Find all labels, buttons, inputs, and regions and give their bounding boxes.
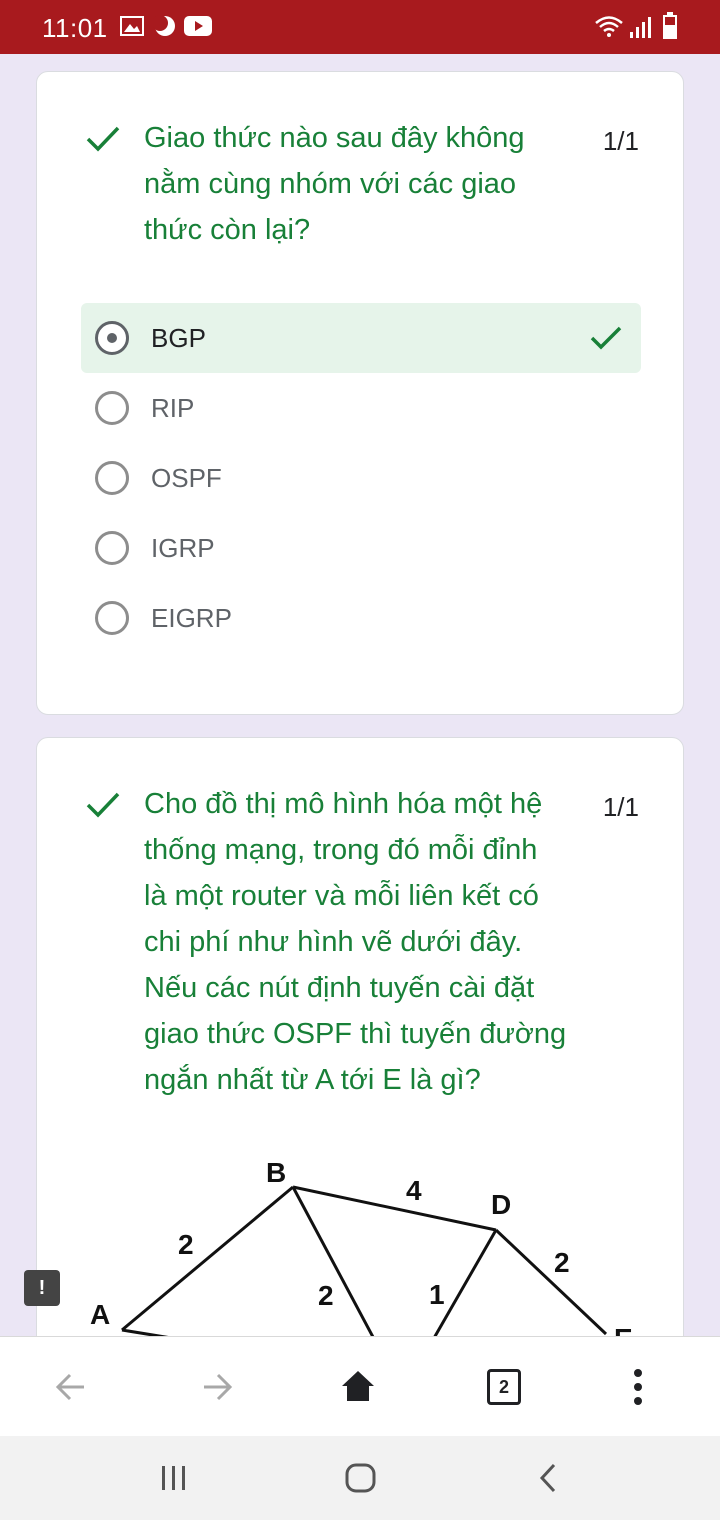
option-label: EIGRP <box>151 603 232 633</box>
system-nav-bar <box>0 1436 720 1520</box>
option-label: RIP <box>151 393 195 423</box>
question-line: Giao thức nào sau đây không <box>144 122 525 154</box>
radio[interactable] <box>95 601 129 635</box>
radio[interactable] <box>95 531 129 565</box>
edge-b-down <box>291 1186 377 1340</box>
question-card-1: Giao thức nào sau đây không nằm cùng nhó… <box>36 71 684 715</box>
correct-answer-check-icon <box>590 326 622 350</box>
correct-check-icon <box>86 126 120 152</box>
radio-selected[interactable] <box>95 321 129 355</box>
question-line: ngắn nhất từ A tới E là gì? <box>144 1064 481 1096</box>
forward-arrow-icon[interactable] <box>200 1367 234 1407</box>
question-line: Nếu các nút định tuyến cài đặt <box>144 972 535 1004</box>
question-line: thống mạng, trong đó mỗi đỉnh <box>144 834 538 866</box>
image-icon <box>120 16 144 36</box>
status-time: 11:01 <box>42 13 108 43</box>
feedback-button[interactable]: ! <box>24 1270 60 1306</box>
home-button-icon[interactable] <box>344 1462 378 1494</box>
option-igrp[interactable]: IGRP <box>81 513 641 583</box>
option-label: IGRP <box>151 533 215 563</box>
edge-ab <box>121 1185 294 1332</box>
option-bgp[interactable]: BGP <box>81 303 641 373</box>
question-line: chi phí như hình vẽ dưới đây. <box>144 926 523 958</box>
wifi-icon <box>595 16 623 37</box>
moon-icon <box>153 15 175 36</box>
question-line: Cho đồ thị mô hình hóa một hệ <box>144 788 543 820</box>
question-score: 1/1 <box>602 126 639 156</box>
network-graph: B D A E 2 4 2 1 2 <box>90 1157 633 1340</box>
back-nav-icon[interactable] <box>536 1462 560 1494</box>
radio[interactable] <box>95 461 129 495</box>
question-text: Cho đồ thị mô hình hóa một hệ thống mạng… <box>144 781 604 1103</box>
battery-icon <box>663 12 677 39</box>
option-label: BGP <box>151 323 206 353</box>
question-text: Giao thức nào sau đây không nằm cùng nhó… <box>144 115 574 253</box>
question-line: thức còn lại? <box>144 214 311 246</box>
tab-count-button[interactable]: 2 <box>487 1369 521 1405</box>
radio[interactable] <box>95 391 129 425</box>
back-arrow-icon[interactable] <box>54 1367 88 1407</box>
status-bar: 11:01 <box>0 0 720 54</box>
edge-de <box>494 1228 608 1336</box>
browser-toolbar: 2 <box>0 1336 720 1436</box>
question-line: giao thức OSPF thì tuyến đường <box>144 1018 567 1050</box>
recent-apps-icon[interactable] <box>160 1464 188 1492</box>
question-score: 1/1 <box>602 792 639 822</box>
option-eigrp[interactable]: EIGRP <box>81 583 641 653</box>
weight-bd: 4 <box>406 1175 422 1206</box>
edge-bd <box>292 1185 497 1232</box>
node-a-label: A <box>90 1299 110 1330</box>
node-d-label: D <box>491 1189 511 1220</box>
home-icon[interactable] <box>340 1369 376 1403</box>
youtube-icon <box>184 16 212 36</box>
question-line: nằm cùng nhóm với các giao <box>144 168 517 200</box>
node-b-label: B <box>266 1157 286 1188</box>
option-label: OSPF <box>151 463 222 493</box>
weight-b-down: 2 <box>318 1280 334 1311</box>
more-menu-icon[interactable] <box>632 1367 644 1407</box>
signal-icon <box>630 17 651 38</box>
correct-check-icon <box>86 792 120 818</box>
option-ospf[interactable]: OSPF <box>81 443 641 513</box>
weight-d-down: 1 <box>429 1279 445 1310</box>
option-rip[interactable]: RIP <box>81 373 641 443</box>
question-line: là một router và mỗi liên kết có <box>144 880 539 912</box>
weight-de: 2 <box>554 1247 570 1278</box>
weight-ab: 2 <box>178 1229 194 1260</box>
